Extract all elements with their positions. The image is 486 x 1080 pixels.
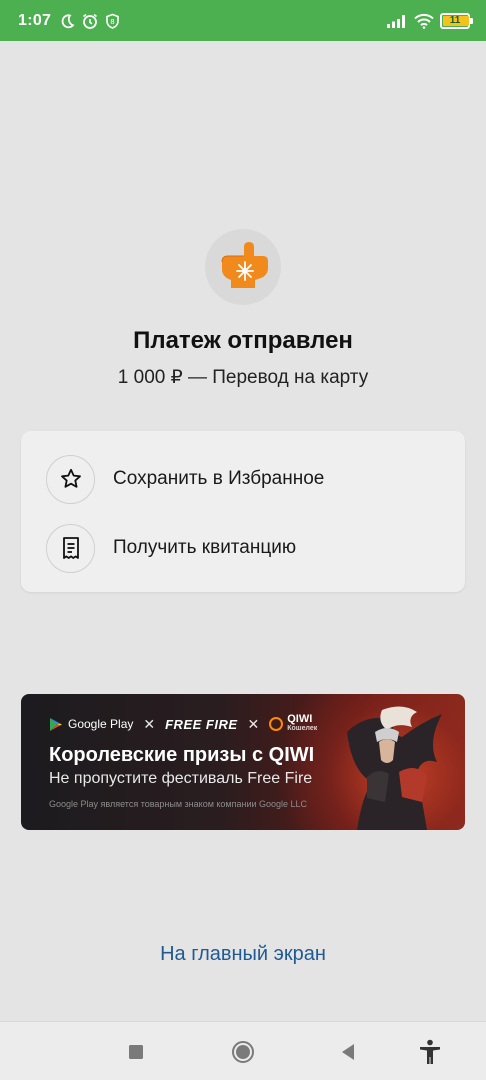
- wifi-icon: [414, 13, 434, 29]
- payment-summary: 1 000 ₽ — Перевод на карту: [117, 367, 369, 388]
- google-play-text: Google Play: [68, 717, 134, 731]
- qiwi-wordmark: QIWI Кошелек: [287, 714, 317, 734]
- battery-percent: 11: [449, 15, 461, 26]
- status-icons-right: 11: [386, 12, 473, 29]
- accessibility-button[interactable]: [410, 1022, 450, 1080]
- free-fire-logo: FREE FIRE: [165, 716, 238, 732]
- status-time: 1:07: [18, 11, 52, 29]
- banner-logos: Google Play ✕ FREE FIRE ✕ QIWI Кошелек: [49, 714, 317, 734]
- get-receipt-button[interactable]: Получить квитанцию: [21, 518, 465, 578]
- banner-title: Королевские призы с QIWI: [49, 744, 315, 766]
- back-button[interactable]: [328, 1022, 368, 1080]
- battery-icon: 11: [440, 12, 473, 29]
- home-screen-link[interactable]: На главный экран: [0, 943, 486, 966]
- mitten-snowflake-icon: [205, 229, 281, 305]
- recents-icon: [129, 1044, 143, 1059]
- receipt-icon: [46, 523, 95, 573]
- logo-separator-1: ✕: [143, 715, 156, 732]
- save-favorite-label: Сохранить в Избранное: [113, 468, 325, 489]
- game-character-image: [347, 706, 442, 830]
- google-play-logo: Google Play: [49, 717, 133, 732]
- google-play-icon: [50, 717, 62, 731]
- system-nav-bar: [0, 1021, 486, 1080]
- home-button[interactable]: [222, 1022, 264, 1080]
- shield-icon: 8: [106, 13, 120, 29]
- status-bar: 1:07 8 11: [0, 0, 486, 41]
- qiwi-circle-icon: [269, 717, 284, 731]
- moon-icon: [61, 13, 75, 28]
- accessibility-icon: [420, 1039, 440, 1064]
- promo-banner[interactable]: Google Play ✕ FREE FIRE ✕ QIWI Кошелек К…: [21, 694, 465, 830]
- get-receipt-label: Получить квитанцию: [113, 537, 297, 558]
- status-icons-left: 8: [59, 12, 120, 30]
- signal-icon: [387, 14, 405, 28]
- actions-card: Сохранить в Избранное Получить квитанцию: [21, 431, 465, 592]
- star-icon: [46, 454, 95, 504]
- qiwi-logo: QIWI Кошелек: [269, 714, 317, 734]
- page-title: Платеж отправлен: [133, 327, 353, 354]
- home-icon: [232, 1040, 254, 1063]
- logo-separator-2: ✕: [247, 715, 260, 732]
- banner-subtitle: Не пропустите фестиваль Free Fire: [49, 770, 313, 787]
- alarm-icon: [83, 13, 98, 29]
- svg-text:8: 8: [111, 18, 115, 26]
- qiwi-sub: Кошелек: [287, 725, 318, 732]
- back-icon: [342, 1043, 354, 1060]
- recents-button[interactable]: [116, 1022, 156, 1080]
- save-favorite-button[interactable]: Сохранить в Избранное: [21, 449, 465, 509]
- banner-disclaimer: Google Play является товарным знаком ком…: [49, 799, 308, 809]
